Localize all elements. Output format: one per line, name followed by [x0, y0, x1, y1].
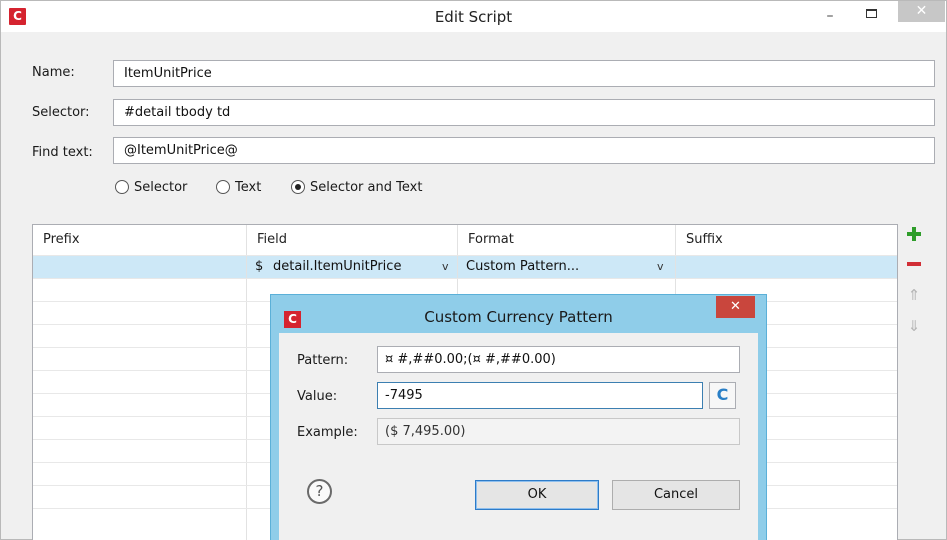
name-label: Name:: [32, 65, 75, 80]
column-header-prefix[interactable]: Prefix: [33, 225, 80, 255]
maximize-icon: [865, 9, 877, 18]
dialog-close-button[interactable]: ✕: [716, 296, 755, 318]
radio-selector-dot: [115, 180, 129, 194]
field-cell[interactable]: detail.ItemUnitPrice: [273, 256, 401, 278]
edit-script-window: C Edit Script – ✕ Name: ItemUnitPrice Se…: [0, 0, 947, 540]
example-output: ($ 7,495.00): [377, 418, 740, 445]
dialog-title: Custom Currency Pattern: [424, 308, 613, 326]
selector-input[interactable]: #detail tbody td: [113, 99, 935, 126]
remove-row-icon[interactable]: [905, 255, 923, 273]
dialog-body: Pattern: ¤ #,##0.00;(¤ #,##0.00) Value: …: [279, 333, 758, 540]
name-input[interactable]: ItemUnitPrice: [113, 60, 935, 87]
move-up-icon[interactable]: ⇑: [905, 286, 923, 304]
radio-selector-and-text-dot: [291, 180, 305, 194]
help-icon[interactable]: ?: [307, 479, 332, 504]
column-header-field[interactable]: Field: [247, 225, 287, 255]
row-divider: [33, 255, 897, 256]
radio-text-dot: [216, 180, 230, 194]
format-cell[interactable]: Custom Pattern...: [466, 256, 579, 278]
title-bar: C Edit Script – ✕: [1, 1, 946, 32]
maximize-button[interactable]: [858, 3, 884, 25]
table-header: Prefix Field Format Suffix: [33, 225, 897, 255]
radio-text-label: Text: [235, 179, 262, 195]
column-header-suffix[interactable]: Suffix: [676, 225, 723, 255]
cancel-button[interactable]: Cancel: [612, 480, 740, 510]
format-dropdown-chevron-icon[interactable]: v: [657, 256, 664, 278]
radio-selector-and-text-label: Selector and Text: [310, 179, 423, 195]
radio-selector-and-text[interactable]: Selector and Text: [291, 178, 422, 196]
custom-currency-pattern-dialog: C Custom Currency Pattern ✕ Pattern: ¤ #…: [270, 294, 767, 540]
ok-button[interactable]: OK: [475, 480, 599, 510]
find-text-input[interactable]: @ItemUnitPrice@: [113, 137, 935, 164]
value-label: Value:: [297, 389, 338, 404]
add-row-icon[interactable]: [905, 225, 923, 243]
column-divider: [246, 225, 247, 540]
radio-selector[interactable]: Selector: [115, 178, 187, 196]
field-dropdown-chevron-icon[interactable]: v: [442, 256, 449, 278]
example-label: Example:: [297, 425, 358, 440]
close-button[interactable]: ✕: [898, 1, 945, 22]
column-header-format[interactable]: Format: [458, 225, 514, 255]
table-row[interactable]: [33, 256, 897, 278]
selector-label: Selector:: [32, 105, 90, 120]
radio-text[interactable]: Text: [216, 178, 261, 196]
move-down-icon[interactable]: ⇓: [905, 317, 923, 335]
minimize-button[interactable]: –: [817, 5, 843, 27]
row-divider: [33, 278, 897, 279]
window-title: Edit Script: [434, 8, 513, 26]
find-text-label: Find text:: [32, 145, 93, 160]
pattern-input[interactable]: ¤ #,##0.00;(¤ #,##0.00): [377, 346, 740, 373]
field-dollar-marker: $: [255, 259, 264, 274]
refresh-icon[interactable]: C: [709, 382, 736, 409]
pattern-label: Pattern:: [297, 353, 349, 368]
value-input[interactable]: -7495: [377, 382, 703, 409]
radio-selector-label: Selector: [134, 179, 188, 195]
